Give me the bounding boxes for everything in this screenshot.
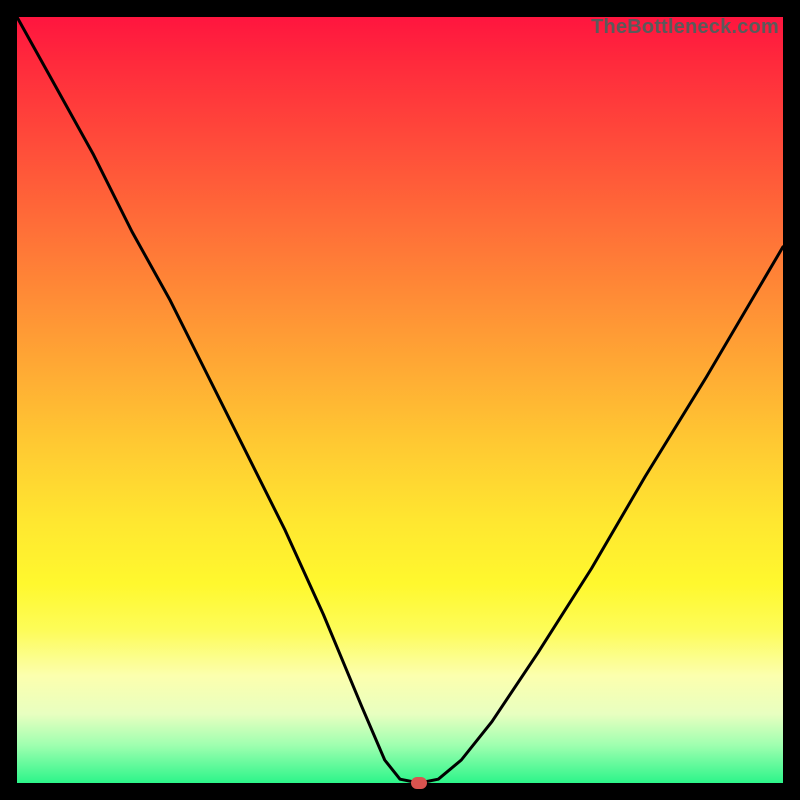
bottleneck-curve: [17, 17, 783, 783]
chart-frame: TheBottleneck.com: [0, 0, 800, 800]
optimal-point-marker: [411, 777, 427, 789]
curve-path: [17, 17, 783, 783]
plot-area: TheBottleneck.com: [17, 17, 783, 783]
watermark-text: TheBottleneck.com: [591, 16, 779, 39]
